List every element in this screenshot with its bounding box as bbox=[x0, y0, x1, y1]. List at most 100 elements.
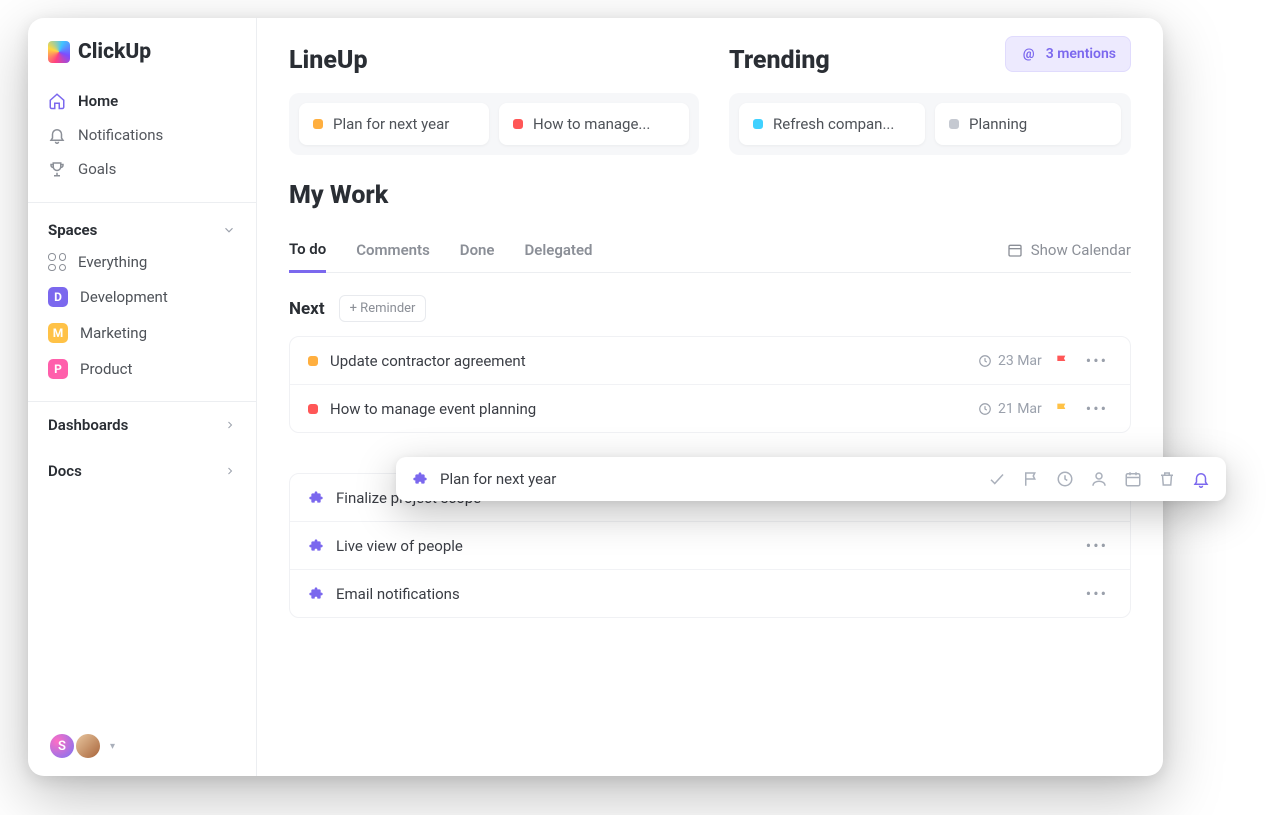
row-menu-button[interactable]: ••• bbox=[1082, 399, 1112, 418]
status-dot bbox=[308, 404, 318, 414]
task-action-popup: Plan for next year bbox=[396, 457, 1226, 501]
assignee-icon[interactable] bbox=[1090, 470, 1108, 488]
trophy-icon bbox=[48, 160, 66, 178]
home-icon bbox=[48, 92, 66, 110]
sidebar-item-everything[interactable]: Everything bbox=[28, 245, 256, 279]
sidebar-item-dashboards[interactable]: Dashboards bbox=[28, 401, 256, 448]
row-menu-button[interactable]: ••• bbox=[1082, 351, 1112, 370]
task-title: How to manage event planning bbox=[330, 400, 966, 418]
my-work-section: My Work To do Comments Done Delegated Sh… bbox=[289, 181, 1131, 618]
status-dot bbox=[308, 356, 318, 366]
calendar-toggle-icon bbox=[1007, 242, 1023, 258]
flag-icon[interactable] bbox=[1054, 401, 1070, 417]
avatar: S bbox=[48, 732, 76, 760]
flag-icon[interactable] bbox=[1022, 470, 1040, 488]
sidebar-item-label: Development bbox=[80, 288, 168, 306]
row-menu-button[interactable]: ••• bbox=[1082, 584, 1112, 603]
spaces-header[interactable]: Spaces bbox=[28, 209, 256, 245]
chevron-right-icon bbox=[224, 419, 236, 431]
mentions-label: 3 mentions bbox=[1046, 46, 1116, 62]
check-icon[interactable] bbox=[988, 470, 1006, 488]
app-logo[interactable]: ClickUp bbox=[28, 18, 256, 78]
show-calendar-button[interactable]: Show Calendar bbox=[1007, 229, 1131, 271]
clock-icon bbox=[978, 402, 992, 416]
task-title: Email notifications bbox=[336, 585, 1070, 603]
task-row[interactable]: Live view of people ••• bbox=[290, 522, 1130, 570]
tab-done[interactable]: Done bbox=[460, 229, 495, 271]
calendar-icon[interactable] bbox=[1124, 470, 1142, 488]
user-menu[interactable]: S ▾ bbox=[48, 732, 115, 760]
nav-label: Home bbox=[78, 92, 118, 110]
reminder-icon bbox=[412, 471, 428, 487]
avatar bbox=[74, 732, 102, 760]
popup-title: Plan for next year bbox=[440, 470, 976, 488]
my-work-heading: My Work bbox=[289, 181, 1131, 210]
nav-home[interactable]: Home bbox=[36, 84, 248, 118]
sidebar-item-marketing[interactable]: M Marketing bbox=[28, 315, 256, 351]
space-badge: D bbox=[48, 287, 68, 307]
card-label: How to manage... bbox=[533, 115, 650, 133]
space-badge: P bbox=[48, 359, 68, 379]
status-dot bbox=[949, 119, 959, 129]
sidebar-item-product[interactable]: P Product bbox=[28, 351, 256, 387]
trash-icon[interactable] bbox=[1158, 470, 1176, 488]
status-dot bbox=[513, 119, 523, 129]
primary-nav: Home Notifications Goals bbox=[28, 78, 256, 196]
popup-actions bbox=[988, 470, 1210, 488]
status-dot bbox=[753, 119, 763, 129]
task-row[interactable]: Update contractor agreement 23 Mar ••• bbox=[290, 337, 1130, 385]
lineup-card[interactable]: How to manage... bbox=[499, 103, 689, 145]
show-calendar-label: Show Calendar bbox=[1031, 241, 1131, 259]
tab-comments[interactable]: Comments bbox=[356, 229, 430, 271]
task-date: 23 Mar bbox=[978, 353, 1042, 369]
chevron-right-icon bbox=[224, 465, 236, 477]
trending-card[interactable]: Planning bbox=[935, 103, 1121, 145]
lineup-heading: LineUp bbox=[289, 46, 699, 75]
bell-icon[interactable] bbox=[1192, 470, 1210, 488]
tab-delegated[interactable]: Delegated bbox=[525, 229, 593, 271]
trending-section: @ 3 mentions Trending Refresh compan... … bbox=[729, 46, 1131, 155]
trending-card[interactable]: Refresh compan... bbox=[739, 103, 925, 145]
status-dot bbox=[313, 119, 323, 129]
spaces-label: Spaces bbox=[48, 221, 97, 239]
chevron-down-icon bbox=[222, 223, 236, 237]
card-label: Planning bbox=[969, 115, 1027, 133]
lineup-cards: Plan for next year How to manage... bbox=[289, 93, 699, 155]
add-reminder-button[interactable]: + Reminder bbox=[339, 295, 427, 322]
logo-icon bbox=[48, 41, 70, 63]
reminder-icon bbox=[308, 586, 324, 602]
app-window: ClickUp Home Notifications Goals bbox=[28, 18, 1163, 776]
tab-todo[interactable]: To do bbox=[289, 228, 326, 273]
task-row[interactable]: Email notifications ••• bbox=[290, 570, 1130, 617]
grid-icon bbox=[48, 253, 66, 271]
task-row[interactable]: How to manage event planning 21 Mar ••• bbox=[290, 385, 1130, 432]
sidebar-item-label: Marketing bbox=[80, 324, 147, 342]
row-menu-button[interactable]: ••• bbox=[1082, 536, 1112, 555]
mentions-button[interactable]: @ 3 mentions bbox=[1005, 36, 1131, 72]
nav-goals[interactable]: Goals bbox=[36, 152, 248, 186]
sidebar-item-development[interactable]: D Development bbox=[28, 279, 256, 315]
next-row: Next + Reminder bbox=[289, 295, 1131, 322]
clock-icon[interactable] bbox=[1056, 470, 1074, 488]
sidebar-item-label: Everything bbox=[78, 253, 147, 271]
reminder-icon bbox=[308, 490, 324, 506]
card-label: Refresh compan... bbox=[773, 115, 894, 133]
reminder-icon bbox=[308, 538, 324, 554]
link-label: Docs bbox=[48, 462, 82, 480]
nav-notifications[interactable]: Notifications bbox=[36, 118, 248, 152]
top-row: LineUp Plan for next year How to manage.… bbox=[289, 46, 1131, 155]
nav-label: Notifications bbox=[78, 126, 163, 144]
flag-icon[interactable] bbox=[1054, 353, 1070, 369]
nav-label: Goals bbox=[78, 160, 116, 178]
clock-icon bbox=[978, 354, 992, 368]
sidebar: ClickUp Home Notifications Goals bbox=[28, 18, 257, 776]
task-title: Live view of people bbox=[336, 537, 1070, 555]
primary-task-list: Update contractor agreement 23 Mar ••• H… bbox=[289, 336, 1131, 433]
card-label: Plan for next year bbox=[333, 115, 449, 133]
sidebar-item-docs[interactable]: Docs bbox=[28, 448, 256, 494]
lineup-card[interactable]: Plan for next year bbox=[299, 103, 489, 145]
next-label: Next bbox=[289, 299, 325, 319]
caret-down-icon: ▾ bbox=[110, 741, 115, 752]
my-work-tabs: To do Comments Done Delegated Show Calen… bbox=[289, 228, 1131, 273]
task-date: 21 Mar bbox=[978, 401, 1042, 417]
